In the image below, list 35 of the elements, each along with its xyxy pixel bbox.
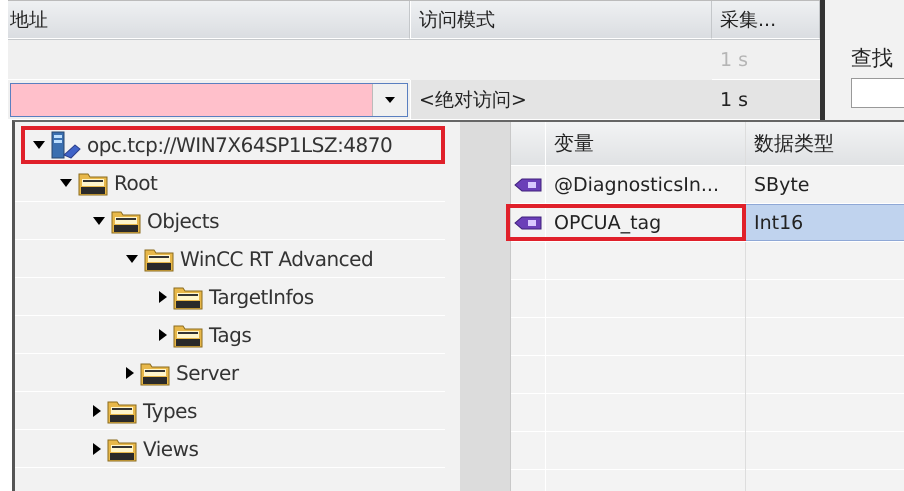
column-header[interactable]: 地址 (8, 1, 410, 39)
column-header[interactable]: 数据类型 (746, 122, 904, 165)
expanded-arrow-icon[interactable] (93, 216, 105, 224)
find-label: 查找 (851, 45, 894, 72)
expanded-arrow-icon[interactable] (60, 178, 72, 186)
tree-item[interactable]: Tags (15, 316, 445, 354)
collapsed-arrow-icon[interactable] (159, 290, 167, 302)
table-row[interactable]: OPCUA_tag Int16 (511, 204, 904, 242)
tree-item[interactable]: Types (15, 392, 445, 430)
table-cell-text: SByte (753, 172, 810, 198)
column-header[interactable]: 变量 (546, 122, 746, 165)
expanded-arrow-icon[interactable] (33, 140, 45, 148)
tree-item[interactable]: Server (15, 354, 445, 392)
tree-item[interactable]: opc.tcp://WIN7X64SP1LSZ:4870 (21, 126, 445, 164)
collapsed-arrow-icon[interactable] (93, 442, 101, 454)
table-cell: Int16 (746, 204, 904, 241)
caret-icon (385, 96, 395, 102)
tag-icon (514, 176, 542, 192)
collapsed-arrow-icon[interactable] (126, 366, 134, 378)
collapsed-arrow-icon[interactable] (93, 404, 101, 416)
server-icon (51, 130, 81, 158)
expanded-arrow-icon[interactable] (126, 254, 138, 262)
table-cell: OPCUA_tag (506, 204, 746, 241)
tag-icon (514, 214, 542, 230)
tree-item[interactable]: Objects (15, 202, 445, 240)
table-cell: @DiagnosticsIn... (546, 166, 746, 203)
tree-item[interactable]: Views (15, 430, 445, 468)
table-cell: 1 s (712, 80, 820, 120)
column-header[interactable]: 访问模式 (410, 1, 712, 39)
tree-item[interactable]: TargetInfos (15, 278, 445, 316)
tree-item[interactable]: Root (15, 164, 445, 202)
table-cell: <绝对访问> (410, 80, 712, 120)
collapsed-arrow-icon[interactable] (159, 328, 167, 340)
tree-item[interactable]: WinCC RT Advanced (15, 240, 445, 278)
dropdown-button[interactable] (372, 84, 407, 116)
